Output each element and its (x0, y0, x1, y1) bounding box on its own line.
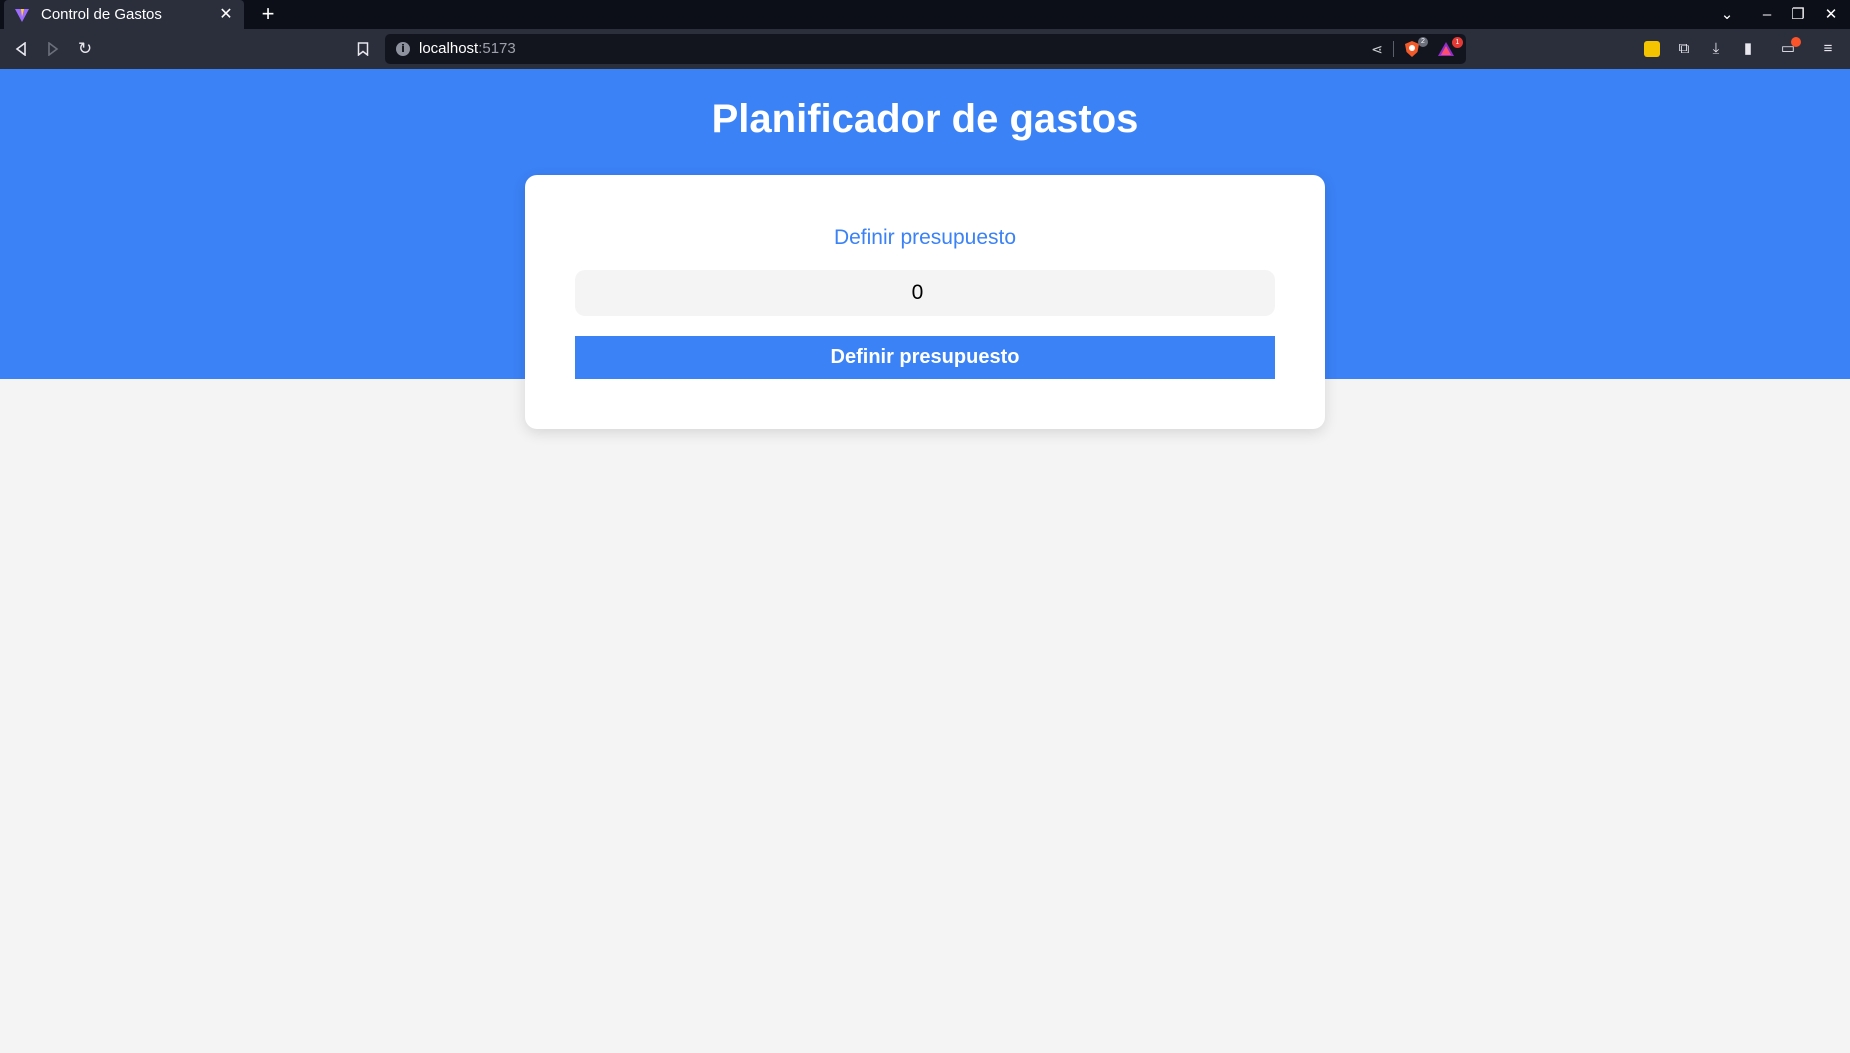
forward-icon[interactable] (42, 38, 64, 60)
window-close-icon[interactable]: ✕ (1820, 4, 1842, 26)
browser-tab-strip: Control de Gastos ✕ + ⌄ – ❐ ✕ (0, 0, 1850, 29)
tab-close-icon[interactable]: ✕ (218, 6, 234, 23)
tab-title: Control de Gastos (41, 6, 162, 23)
browser-toolbar: ↻ i localhost:5173 ⋖ 2 1 ⧉ ⤓ ▮ ▭ ≡ (0, 29, 1850, 69)
tab-list-icon[interactable]: ⌄ (1716, 4, 1738, 26)
set-budget-button[interactable]: Definir presupuesto (575, 336, 1275, 379)
new-tab-button[interactable]: + (257, 3, 279, 25)
share-icon[interactable]: ⋖ (1367, 39, 1387, 59)
shields-count-badge: 2 (1418, 37, 1428, 47)
url-port: :5173 (478, 40, 516, 57)
minimize-icon[interactable]: – (1756, 4, 1778, 26)
extensions-puzzle-icon[interactable]: ⧉ (1674, 39, 1694, 59)
browser-tab-active[interactable]: Control de Gastos ✕ (4, 0, 244, 29)
extension-yellow-icon[interactable] (1644, 41, 1660, 57)
budget-input[interactable] (575, 270, 1275, 316)
page-title: Planificador de gastos (711, 97, 1139, 141)
url-text: localhost:5173 (419, 40, 516, 57)
restore-icon[interactable]: ❐ (1787, 4, 1809, 26)
back-icon[interactable] (10, 38, 32, 60)
address-bar[interactable]: i localhost:5173 ⋖ 2 1 (385, 34, 1466, 64)
reload-icon[interactable]: ↻ (74, 38, 96, 60)
site-info-icon[interactable]: i (396, 42, 410, 56)
bookmark-icon[interactable] (352, 38, 374, 60)
url-host: localhost (419, 40, 479, 57)
menu-icon[interactable]: ≡ (1818, 39, 1838, 59)
rewards-count-badge: 1 (1452, 37, 1463, 48)
budget-label: Definir presupuesto (833, 226, 1017, 249)
budget-form-card: Definir presupuesto Definir presupuesto (525, 175, 1325, 429)
sidebar-toggle-icon[interactable]: ▮ (1738, 39, 1758, 59)
vite-logo-icon (14, 7, 30, 23)
address-separator (1393, 41, 1394, 57)
download-icon[interactable]: ⤓ (1706, 39, 1726, 59)
wallet-notification-badge (1791, 37, 1801, 47)
page-viewport: Planificador de gastos Definir presupues… (0, 69, 1850, 1053)
